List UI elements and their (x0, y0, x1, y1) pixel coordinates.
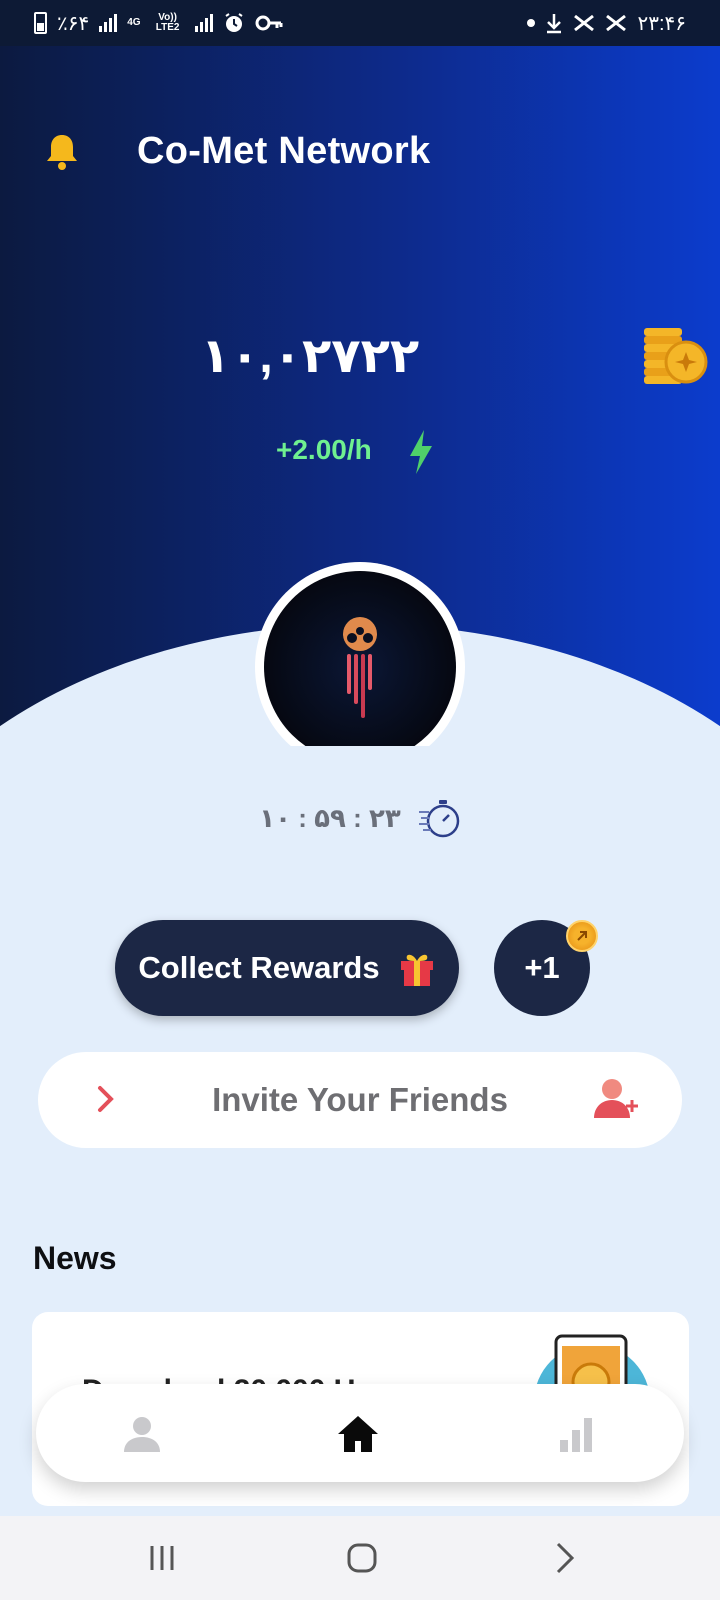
download-icon (545, 11, 563, 35)
mining-rate: +2.00/h (276, 434, 372, 465)
comet-logo (264, 571, 456, 746)
volte-label: Vo)) LTE2 (155, 12, 180, 33)
alarm-icon (223, 11, 245, 35)
stopwatch-icon (417, 796, 461, 840)
vpn-key-icon (255, 11, 283, 35)
signal-icon-2 (194, 14, 213, 32)
network-4g-label: 4G (127, 17, 141, 28)
bottom-navigation (36, 1384, 684, 1482)
mining-timer: ۱۰ : ۵۹ : ۲۳ (0, 796, 720, 840)
stats-icon[interactable] (554, 1412, 598, 1456)
app-notification-icon (573, 11, 595, 35)
invite-friends-label: Invite Your Friends (212, 1081, 508, 1118)
back-icon[interactable] (546, 1540, 582, 1576)
balance-value: ۱۰,۰۲۷۲۲ (200, 330, 420, 383)
system-navigation-bar (0, 1516, 720, 1600)
mining-button[interactable] (255, 562, 465, 746)
clock-time: ۲۳:۴۶ (637, 12, 686, 35)
profile-icon[interactable] (120, 1412, 164, 1456)
app-title: Co-Met Network (137, 130, 431, 172)
lightning-bolt-icon (408, 430, 434, 474)
collect-rewards-label: Collect Rewards (138, 950, 380, 985)
news-heading: News (33, 1240, 117, 1276)
home-button-icon[interactable] (344, 1540, 380, 1576)
plus-one-label: +1 (524, 950, 560, 985)
coin-stack-icon (640, 324, 710, 388)
hero-banner: Co-Met Network ۱۰,۰۲۷۲۲ +2.00/h (0, 46, 720, 746)
signal-icon (99, 14, 118, 32)
app-notification-icon-2 (605, 11, 627, 35)
recent-apps-icon[interactable] (144, 1540, 180, 1576)
battery-percentage: ٪۶۴ (57, 12, 90, 35)
status-bar: ٪۶۴ 4G Vo)) LTE2 ۲۳:۴۶ (0, 0, 720, 46)
notification-dot-icon (527, 19, 536, 27)
bell-icon[interactable] (44, 132, 80, 172)
home-icon[interactable] (336, 1412, 380, 1456)
timer-text: ۱۰ : ۵۹ : ۲۳ (259, 802, 401, 833)
invite-friends-button[interactable]: Invite Your Friends (38, 1052, 682, 1148)
battery-icon (34, 12, 47, 34)
gift-icon (398, 949, 436, 987)
coin-badge-icon (566, 920, 598, 952)
add-user-icon (594, 1076, 640, 1122)
collect-rewards-button[interactable]: Collect Rewards (115, 920, 459, 1016)
